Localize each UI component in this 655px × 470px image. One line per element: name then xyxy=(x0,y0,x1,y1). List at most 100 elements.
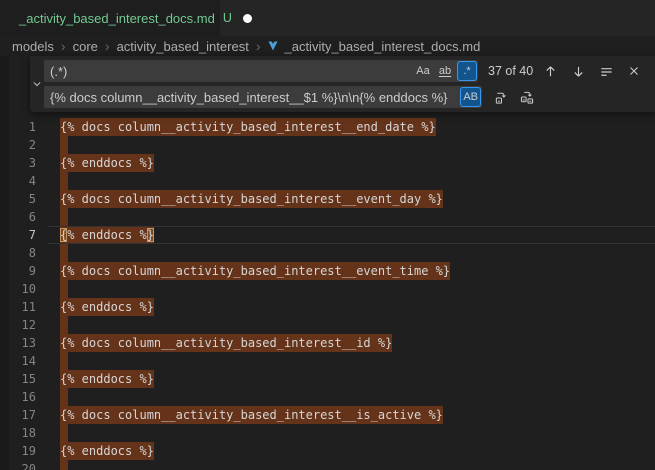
close-find-button[interactable] xyxy=(623,60,645,82)
toggle-replace-button[interactable] xyxy=(30,56,44,112)
tab-active-file[interactable]: _activity_based_interest_docs.md U xyxy=(0,0,220,36)
line-content xyxy=(60,208,68,226)
match-count: 37 of 40 xyxy=(488,64,533,78)
editor-line[interactable]: 7 {% enddocs %} xyxy=(0,226,655,244)
line-content: {% docs column__activity_based_interest_… xyxy=(60,262,450,280)
line-number: 3 xyxy=(0,154,36,172)
line-content xyxy=(60,316,68,334)
line-content: {% enddocs %} xyxy=(60,154,154,172)
editor-line[interactable]: 16 xyxy=(0,388,655,406)
line-number: 1 xyxy=(0,118,36,136)
find-input[interactable]: (.*) Aa ab .* xyxy=(44,60,478,82)
line-number: 12 xyxy=(0,316,36,334)
line-number: 19 xyxy=(0,442,36,460)
git-status-badge: U xyxy=(223,11,232,25)
breadcrumb-item-models[interactable]: models xyxy=(12,39,54,54)
line-number: 18 xyxy=(0,424,36,442)
editor-line[interactable]: 20 xyxy=(0,460,655,470)
find-match-highlight-empty xyxy=(60,352,68,370)
editor-line[interactable]: 12 xyxy=(0,316,655,334)
editor-line[interactable]: 17 {% docs column__activity_based_interes… xyxy=(0,406,655,424)
previous-match-button[interactable] xyxy=(539,60,561,82)
line-content: {% docs column__activity_based_interest_… xyxy=(60,406,443,424)
find-match-highlight-empty xyxy=(60,424,68,442)
breadcrumb-item-file[interactable]: _activity_based_interest_docs.md xyxy=(267,39,480,54)
find-match-highlight: {% docs column__activity_based_interest_… xyxy=(60,334,392,352)
find-match-highlight: {% enddocs %} xyxy=(60,298,154,316)
editor-line[interactable]: 19 {% enddocs %} xyxy=(0,442,655,460)
find-match-highlight-empty xyxy=(60,136,68,154)
line-number: 13 xyxy=(0,334,36,352)
editor-line[interactable]: 15{% enddocs %} xyxy=(0,370,655,388)
line-number: 14 xyxy=(0,352,36,370)
find-match-highlight: {% enddocs %} xyxy=(60,370,154,388)
next-match-button[interactable] xyxy=(567,60,589,82)
replace-row: {% docs column__activity_based_interest_… xyxy=(44,86,647,108)
line-number: 7 xyxy=(0,226,36,244)
editor-line[interactable]: 8 xyxy=(0,244,655,262)
arrow-down-icon xyxy=(571,64,586,79)
line-content: {% docs column__activity_based_interest_… xyxy=(60,334,392,352)
editor-line[interactable]: 2 xyxy=(0,136,655,154)
replace-all-button[interactable] xyxy=(516,86,538,108)
line-number: 4 xyxy=(0,172,36,190)
editor-line[interactable]: 9 {% docs column__activity_based_interest… xyxy=(0,262,655,280)
breadcrumb-item-activity-based-interest[interactable]: activity_based_interest xyxy=(117,39,249,54)
breadcrumb-file-label: _activity_based_interest_docs.md xyxy=(284,39,480,54)
breadcrumb-item-core[interactable]: core xyxy=(73,39,98,54)
line-number: 10 xyxy=(0,280,36,298)
find-replace-widget: (.*) Aa ab .* 37 of 40 xyxy=(30,56,655,112)
whole-word-button[interactable]: ab xyxy=(435,61,455,81)
find-match-highlight-empty xyxy=(60,316,68,334)
line-number: 9 xyxy=(0,262,36,280)
find-row: (.*) Aa ab .* 37 of 40 xyxy=(44,60,647,82)
editor-line[interactable]: 5 {% docs column__activity_based_interest… xyxy=(0,190,655,208)
editor-line[interactable]: 13 {% docs column__activity_based_interes… xyxy=(0,334,655,352)
editor-line[interactable]: 1 {% docs column__activity_based_interest… xyxy=(0,118,655,136)
replace-input[interactable]: {% docs column__activity_based_interest_… xyxy=(44,86,482,108)
find-match-highlight: {% docs column__activity_based_interest_… xyxy=(60,118,436,136)
replace-button[interactable] xyxy=(490,86,512,108)
editor-line[interactable]: 3 {% enddocs %} xyxy=(0,154,655,172)
find-match-highlight-empty xyxy=(60,460,68,470)
editor-line[interactable]: 18 xyxy=(0,424,655,442)
chevron-right-icon: › xyxy=(105,39,110,53)
editor-line[interactable]: 4 xyxy=(0,172,655,190)
line-content xyxy=(60,460,68,470)
selection-lines-icon xyxy=(599,64,614,79)
line-content: {% enddocs %} xyxy=(60,298,154,316)
editor-line[interactable]: 11 {% enddocs %} xyxy=(0,298,655,316)
line-content xyxy=(60,136,68,154)
line-content xyxy=(60,352,68,370)
line-content: {% enddocs %} xyxy=(60,442,154,460)
editor-line[interactable]: 6 xyxy=(0,208,655,226)
chevron-right-icon: › xyxy=(61,39,66,53)
markdown-file-icon xyxy=(267,40,279,52)
tab-bar: _activity_based_interest_docs.md U xyxy=(0,0,655,36)
find-query-value: (.*) xyxy=(50,64,413,79)
unsaved-dot-icon[interactable] xyxy=(243,14,252,23)
line-number: 11 xyxy=(0,298,36,316)
match-case-button[interactable]: Aa xyxy=(413,61,433,81)
preserve-case-button[interactable]: AB xyxy=(460,87,481,107)
line-content: {% docs column__activity_based_interest_… xyxy=(60,118,436,136)
find-match-highlight: {% enddocs %} xyxy=(60,154,154,172)
chevron-right-icon: › xyxy=(256,39,261,53)
find-match-highlight-empty xyxy=(60,208,68,226)
line-content xyxy=(60,280,68,298)
find-match-highlight: {% docs column__activity_based_interest_… xyxy=(60,190,443,208)
regex-button[interactable]: .* xyxy=(457,61,477,81)
editor-line[interactable]: 14 xyxy=(0,352,655,370)
editor-line[interactable]: 10 xyxy=(0,280,655,298)
find-match-highlight: {% enddocs %} xyxy=(60,442,154,460)
find-in-selection-button[interactable] xyxy=(595,60,617,82)
line-number: 17 xyxy=(0,406,36,424)
editor[interactable]: 1 {% docs column__activity_based_interest… xyxy=(0,56,655,470)
breadcrumb: models › core › activity_based_interest … xyxy=(0,36,655,56)
line-content: {% enddocs %} xyxy=(60,370,154,388)
chevron-down-icon xyxy=(32,79,42,89)
find-match-highlight: {% docs column__activity_based_interest_… xyxy=(60,406,443,424)
find-match-highlight: {% enddocs %} xyxy=(60,226,154,244)
replace-all-icon xyxy=(520,90,535,105)
line-number: 5 xyxy=(0,190,36,208)
